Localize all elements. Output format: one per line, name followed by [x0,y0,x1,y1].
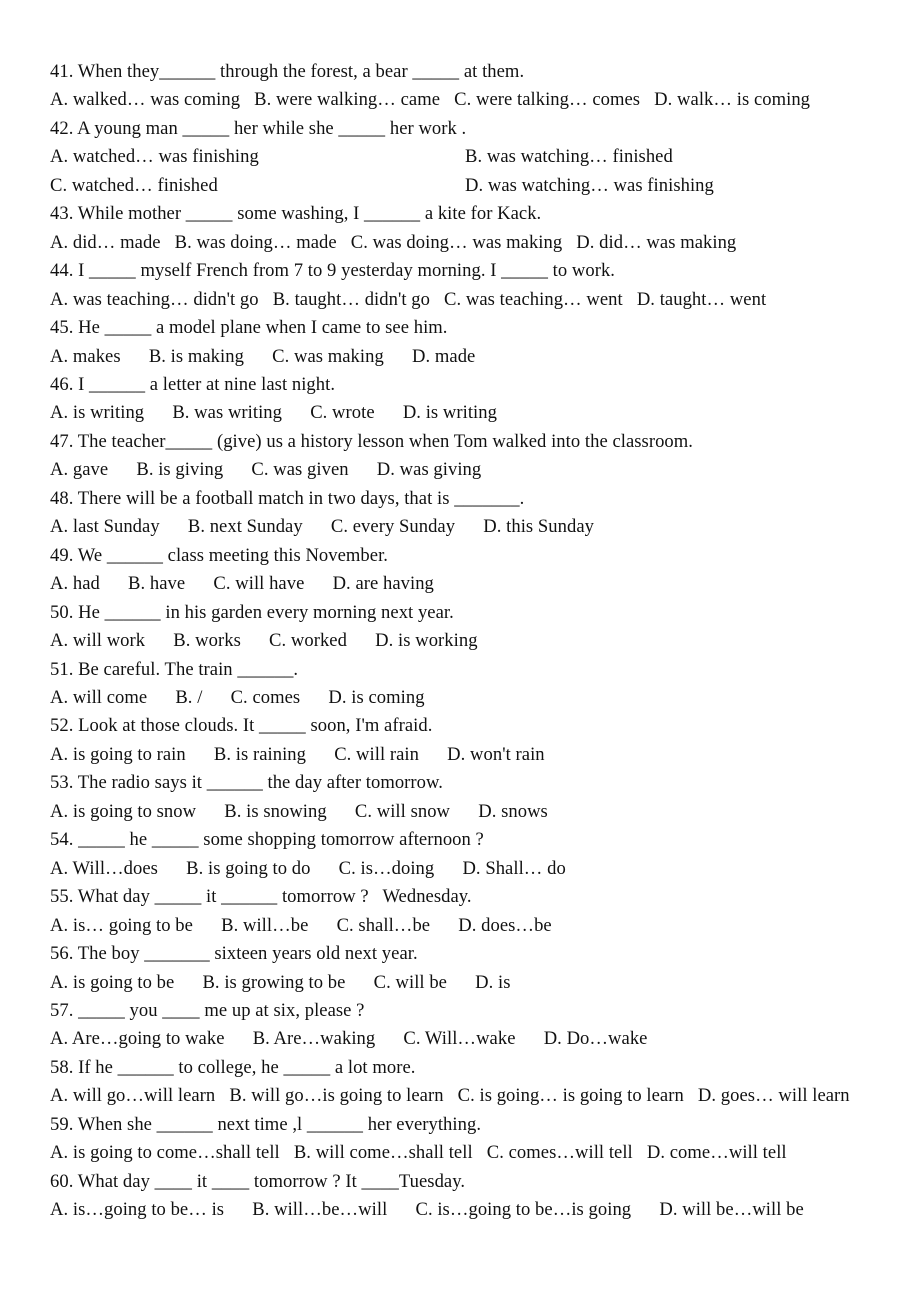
question-55: 55. What day _____ it ______ tomorrow ? … [50,886,472,908]
question-41: 41. When they______ through the forest, … [50,61,525,82]
question-42: 42. A young man _____ her while she ____… [50,117,467,139]
option-42-b: B. was watching… finished [465,146,673,168]
options-42-row-1: A. watched… was finishing B. was watchin… [50,143,868,171]
options-49: A. had B. have C. will have D. are havin… [50,573,434,595]
options-51: A. will come B. / C. comes D. is coming [50,686,425,708]
options-53: A. is going to snow B. is snowing C. wil… [50,800,548,822]
options-42-row-2: C. watched… finished D. was watching… wa… [50,172,868,200]
question-43: 43. While mother _____ some washing, I _… [50,203,542,225]
question-56: 56. The boy _______ sixteen years old ne… [50,943,418,965]
options-54: A. Will…does B. is going to do C. is…doi… [50,857,566,879]
options-58: A. will go…will learn B. will go…is goin… [50,1085,850,1107]
option-42-c: C. watched… finished [50,174,218,196]
options-52: A. is going to rain B. is raining C. wil… [50,743,545,765]
question-54: 54. _____ he _____ some shopping tomorro… [50,829,484,851]
options-57: A. Are…going to wake B. Are…waking C. Wi… [50,1028,648,1050]
options-55: A. is… going to be B. will…be C. shall…b… [50,914,552,936]
options-50: A. will work B. works C. worked D. is wo… [50,630,478,652]
worksheet-body: 41. When they______ through the forest, … [50,58,868,1225]
question-51: 51. Be careful. The train ______. [50,658,299,680]
options-45: A. makes B. is making C. was making D. m… [50,345,476,367]
options-43: A. did… made B. was doing… made C. was d… [50,231,737,253]
question-50: 50. He ______ in his garden every mornin… [50,601,454,623]
options-46: A. is writing B. was writing C. wrote D.… [50,402,497,424]
question-48: 48. There will be a football match in tw… [50,487,525,509]
question-47: 47. The teacher_____ (give) us a history… [50,430,693,452]
question-53: 53. The radio says it ______ the day aft… [50,772,443,794]
question-52: 52. Look at those clouds. It _____ soon,… [50,715,433,737]
question-60: 60. What day ____ it ____ tomorrow ? It … [50,1170,466,1192]
option-42-a: A. watched… was finishing [50,146,259,168]
options-59: A. is going to come…shall tell B. will c… [50,1142,787,1164]
question-49: 49. We ______ class meeting this Novembe… [50,544,388,566]
question-59: 59. When she ______ next time ,l ______ … [50,1113,482,1135]
options-47: A. gave B. is giving C. was given D. was… [50,459,482,481]
options-60: A. is…going to be… is B. will…be…will C.… [50,1199,804,1221]
options-48: A. last Sunday B. next Sunday C. every S… [50,516,594,538]
options-56: A. is going to be B. is growing to be C.… [50,971,511,993]
option-42-d: D. was watching… was finishing [465,174,714,196]
question-46: 46. I ______ a letter at nine last night… [50,373,336,395]
question-57: 57. _____ you ____ me up at six, please … [50,999,365,1021]
options-41: A. walked… was coming B. were walking… c… [50,89,811,111]
question-45: 45. He _____ a model plane when I came t… [50,317,448,339]
question-44: 44. I _____ myself French from 7 to 9 ye… [50,260,615,282]
question-58: 58. If he ______ to college, he _____ a … [50,1056,416,1078]
options-44: A. was teaching… didn't go B. taught… di… [50,288,767,310]
document-page: 41. When they______ through the forest, … [0,0,920,1300]
